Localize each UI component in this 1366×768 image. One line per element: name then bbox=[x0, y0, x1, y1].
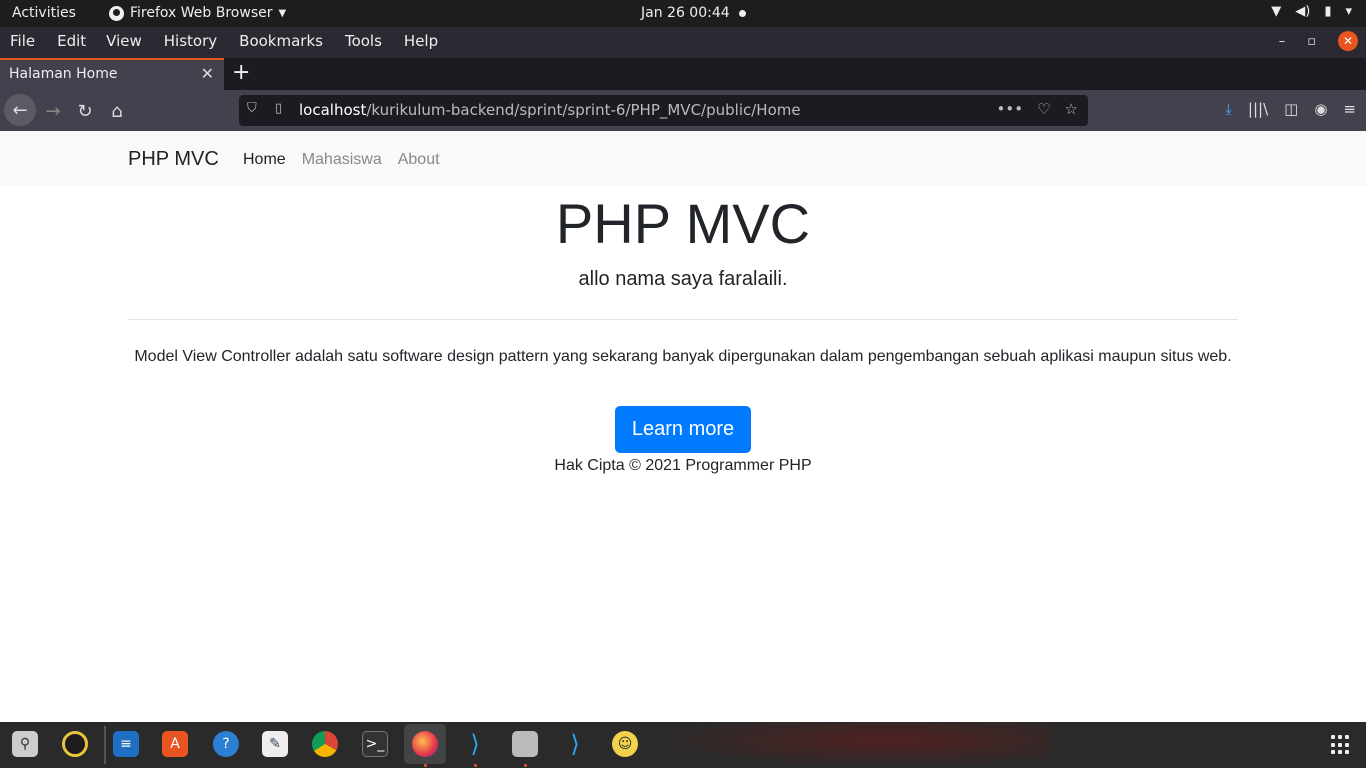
library-icon[interactable]: |||\ bbox=[1248, 100, 1268, 118]
wifi-icon: ▼ bbox=[1271, 4, 1282, 19]
running-indicator bbox=[524, 764, 527, 767]
notification-dot-icon bbox=[739, 10, 746, 17]
tab-title: Halaman Home bbox=[9, 66, 118, 82]
php-icon[interactable]: ☺ bbox=[612, 731, 638, 757]
menu-edit[interactable]: Edit bbox=[57, 32, 86, 50]
app-menu[interactable]: Firefox Web Browser ▼ bbox=[109, 5, 286, 21]
url-text[interactable]: localhost/kurikulum-backend/sprint/sprin… bbox=[299, 101, 801, 119]
dock-separator bbox=[104, 726, 106, 764]
maximize-icon[interactable]: ▫ bbox=[1307, 34, 1316, 49]
vscode-icon[interactable]: ⟩ bbox=[562, 730, 588, 758]
menu-bar: File Edit View History Bookmarks Tools H… bbox=[0, 27, 1366, 58]
sidebar-icon[interactable]: ◫ bbox=[1284, 100, 1298, 118]
dock: ⚲ ≡ A ? ✎ >_ ⟩ ⟩ ☺ bbox=[0, 722, 1366, 768]
volume-icon: ◀) bbox=[1295, 4, 1311, 19]
url-bar-actions: ••• ♡ ☆ bbox=[997, 100, 1078, 118]
learn-more-button[interactable]: Learn more bbox=[614, 406, 752, 453]
page-heading: PHP MVC bbox=[555, 192, 811, 255]
tab-halaman-home[interactable]: Halaman Home ✕ bbox=[0, 58, 224, 90]
footer-text: Hak Cipta © 2021 Programmer PHP bbox=[554, 457, 812, 474]
nav-link-mahasiswa[interactable]: Mahasiswa bbox=[302, 151, 382, 169]
nav-link-about[interactable]: About bbox=[398, 151, 440, 169]
writer-icon[interactable]: ≡ bbox=[113, 731, 139, 757]
wallpaper-fragment bbox=[650, 722, 1050, 768]
site-navbar: PHP MVC Home Mahasiswa About bbox=[0, 131, 1366, 186]
system-top-bar: Activities Firefox Web Browser ▼ Jan 26 … bbox=[0, 0, 1366, 27]
lead-text: allo nama saya faralaili. bbox=[578, 268, 788, 290]
text-editor-icon[interactable]: ✎ bbox=[262, 731, 288, 757]
running-indicator bbox=[424, 764, 427, 767]
rhythmbox-icon[interactable] bbox=[62, 731, 88, 757]
home-icon[interactable]: ⌂ bbox=[102, 96, 132, 126]
show-applications-icon[interactable] bbox=[1331, 735, 1351, 755]
chrome-icon[interactable] bbox=[312, 731, 338, 757]
app-menu-label: Firefox Web Browser bbox=[130, 5, 273, 21]
menu-history[interactable]: History bbox=[164, 32, 217, 50]
reload-icon[interactable]: ↻ bbox=[70, 96, 100, 126]
menu-bookmarks[interactable]: Bookmarks bbox=[239, 32, 323, 50]
navigation-toolbar: ← → ↻ ⌂ ⛉ ▯ localhost/kurikulum-backend/… bbox=[0, 90, 1366, 131]
description-text: Model View Controller adalah satu softwa… bbox=[134, 348, 1232, 365]
running-indicator bbox=[474, 764, 477, 767]
url-host: localhost bbox=[299, 101, 367, 119]
site-brand[interactable]: PHP MVC bbox=[128, 148, 219, 171]
vscode-icon[interactable]: ⟩ bbox=[462, 730, 488, 758]
menu-tools[interactable]: Tools bbox=[345, 32, 382, 50]
account-icon[interactable]: ◉ bbox=[1314, 100, 1327, 118]
url-bar[interactable]: ⛉ ▯ localhost/kurikulum-backend/sprint/s… bbox=[239, 95, 1088, 126]
files-icon[interactable] bbox=[512, 731, 538, 757]
site-nav-links: Home Mahasiswa About bbox=[243, 151, 440, 169]
more-actions-icon[interactable]: ••• bbox=[997, 100, 1024, 118]
clock[interactable]: Jan 26 00:44 bbox=[641, 5, 730, 21]
close-window-icon[interactable]: ✕ bbox=[1338, 31, 1358, 51]
tab-bar: Halaman Home ✕ + bbox=[0, 58, 1366, 90]
software-icon[interactable]: A bbox=[162, 731, 188, 757]
battery-icon: ▮ bbox=[1324, 4, 1332, 19]
page-content: PHP MVC Home Mahasiswa About PHP MVC all… bbox=[0, 131, 1366, 722]
firefox-icon[interactable] bbox=[404, 724, 446, 764]
page-info-icon[interactable]: ▯ bbox=[275, 101, 282, 116]
chevron-down-icon: ▾ bbox=[1345, 4, 1352, 19]
new-tab-icon[interactable]: + bbox=[232, 60, 250, 85]
divider bbox=[128, 319, 1238, 320]
menu-file[interactable]: File bbox=[10, 32, 35, 50]
pocket-icon[interactable]: ♡ bbox=[1037, 100, 1050, 118]
terminal-icon[interactable]: >_ bbox=[362, 731, 388, 757]
forward-arrow-icon[interactable]: → bbox=[38, 96, 68, 126]
firefox-icon bbox=[109, 5, 124, 21]
toolbar-right: ⤓ |||\ ◫ ◉ ≡ bbox=[1225, 100, 1356, 118]
hamburger-menu-icon[interactable]: ≡ bbox=[1343, 100, 1356, 118]
menu-help[interactable]: Help bbox=[404, 32, 438, 50]
close-tab-icon[interactable]: ✕ bbox=[201, 64, 214, 83]
menu-view[interactable]: View bbox=[106, 32, 142, 50]
bookmark-star-icon[interactable]: ☆ bbox=[1065, 100, 1078, 118]
system-tray[interactable]: ▼ ◀) ▮ ▾ bbox=[1271, 4, 1352, 19]
help-icon[interactable]: ? bbox=[213, 731, 239, 757]
search-icon[interactable]: ⚲ bbox=[12, 731, 38, 757]
activities-button[interactable]: Activities bbox=[12, 5, 76, 21]
caret-down-icon: ▼ bbox=[278, 7, 287, 19]
back-arrow-icon[interactable]: ← bbox=[4, 94, 36, 126]
download-icon[interactable]: ⤓ bbox=[1225, 100, 1232, 118]
shield-icon[interactable]: ⛉ bbox=[247, 101, 257, 116]
nav-link-home[interactable]: Home bbox=[243, 151, 286, 169]
minimize-icon[interactable]: – bbox=[1279, 34, 1286, 49]
jumbotron: PHP MVC allo nama saya faralaili. Model … bbox=[0, 190, 1366, 475]
url-path: /kurikulum-backend/sprint/sprint-6/PHP_M… bbox=[366, 101, 801, 119]
window-controls: – ▫ ✕ bbox=[1279, 31, 1358, 51]
